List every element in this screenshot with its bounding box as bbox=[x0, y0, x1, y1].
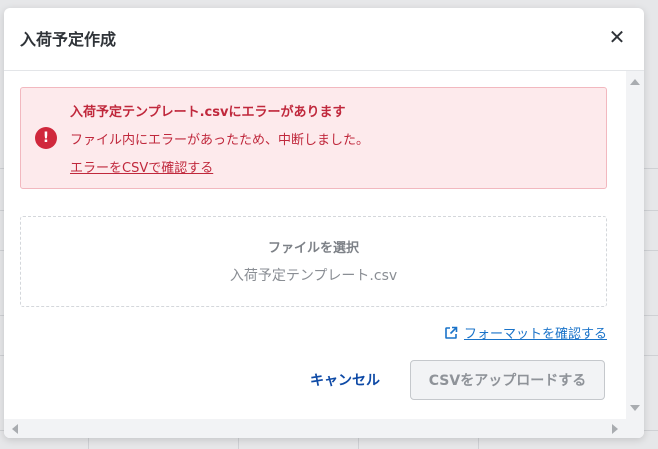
selected-filename: 入荷予定テンプレート.csv bbox=[229, 268, 398, 284]
error-circle-icon: ! bbox=[35, 127, 57, 149]
check-format-link[interactable]: フォーマットを確認する bbox=[444, 323, 607, 344]
modal-title: 入荷予定作成 bbox=[20, 30, 117, 49]
scroll-up-icon[interactable] bbox=[630, 79, 640, 85]
check-format-label: フォーマットを確認する bbox=[463, 327, 607, 342]
create-arrival-modal: 入荷予定作成 ✕ ! 入荷予定テンプレート.csvにエラーがあります ファイル内… bbox=[4, 8, 644, 438]
alert-title: 入荷予定テンプレート.csvにエラーがあります bbox=[70, 105, 346, 120]
close-button[interactable]: ✕ bbox=[606, 26, 628, 48]
vertical-scrollbar[interactable] bbox=[626, 71, 644, 419]
modal-body: ! 入荷予定テンプレート.csvにエラーがあります ファイル内にエラーがあったた… bbox=[4, 71, 624, 419]
cancel-button[interactable]: キャンセル bbox=[307, 369, 383, 393]
alert-message: ファイル内にエラーがあったため、中断しました。 bbox=[70, 133, 370, 148]
scroll-down-icon[interactable] bbox=[630, 405, 640, 411]
upload-csv-button[interactable]: CSVをアップロードする bbox=[410, 360, 605, 400]
modal-header: 入荷予定作成 ✕ bbox=[4, 8, 644, 71]
horizontal-scrollbar[interactable] bbox=[4, 419, 626, 438]
file-dropzone[interactable]: ファイルを選択 入荷予定テンプレート.csv bbox=[20, 216, 607, 307]
scrollbar-corner bbox=[626, 419, 644, 438]
select-file-label: ファイルを選択 bbox=[267, 241, 359, 256]
error-alert: ! 入荷予定テンプレート.csvにエラーがあります ファイル内にエラーがあったた… bbox=[20, 87, 607, 189]
view-errors-csv-link[interactable]: エラーをCSVで確認する bbox=[70, 157, 213, 176]
external-link-icon bbox=[444, 326, 458, 344]
close-icon: ✕ bbox=[608, 25, 626, 49]
scroll-right-icon[interactable] bbox=[612, 424, 618, 434]
scroll-left-icon[interactable] bbox=[12, 424, 18, 434]
